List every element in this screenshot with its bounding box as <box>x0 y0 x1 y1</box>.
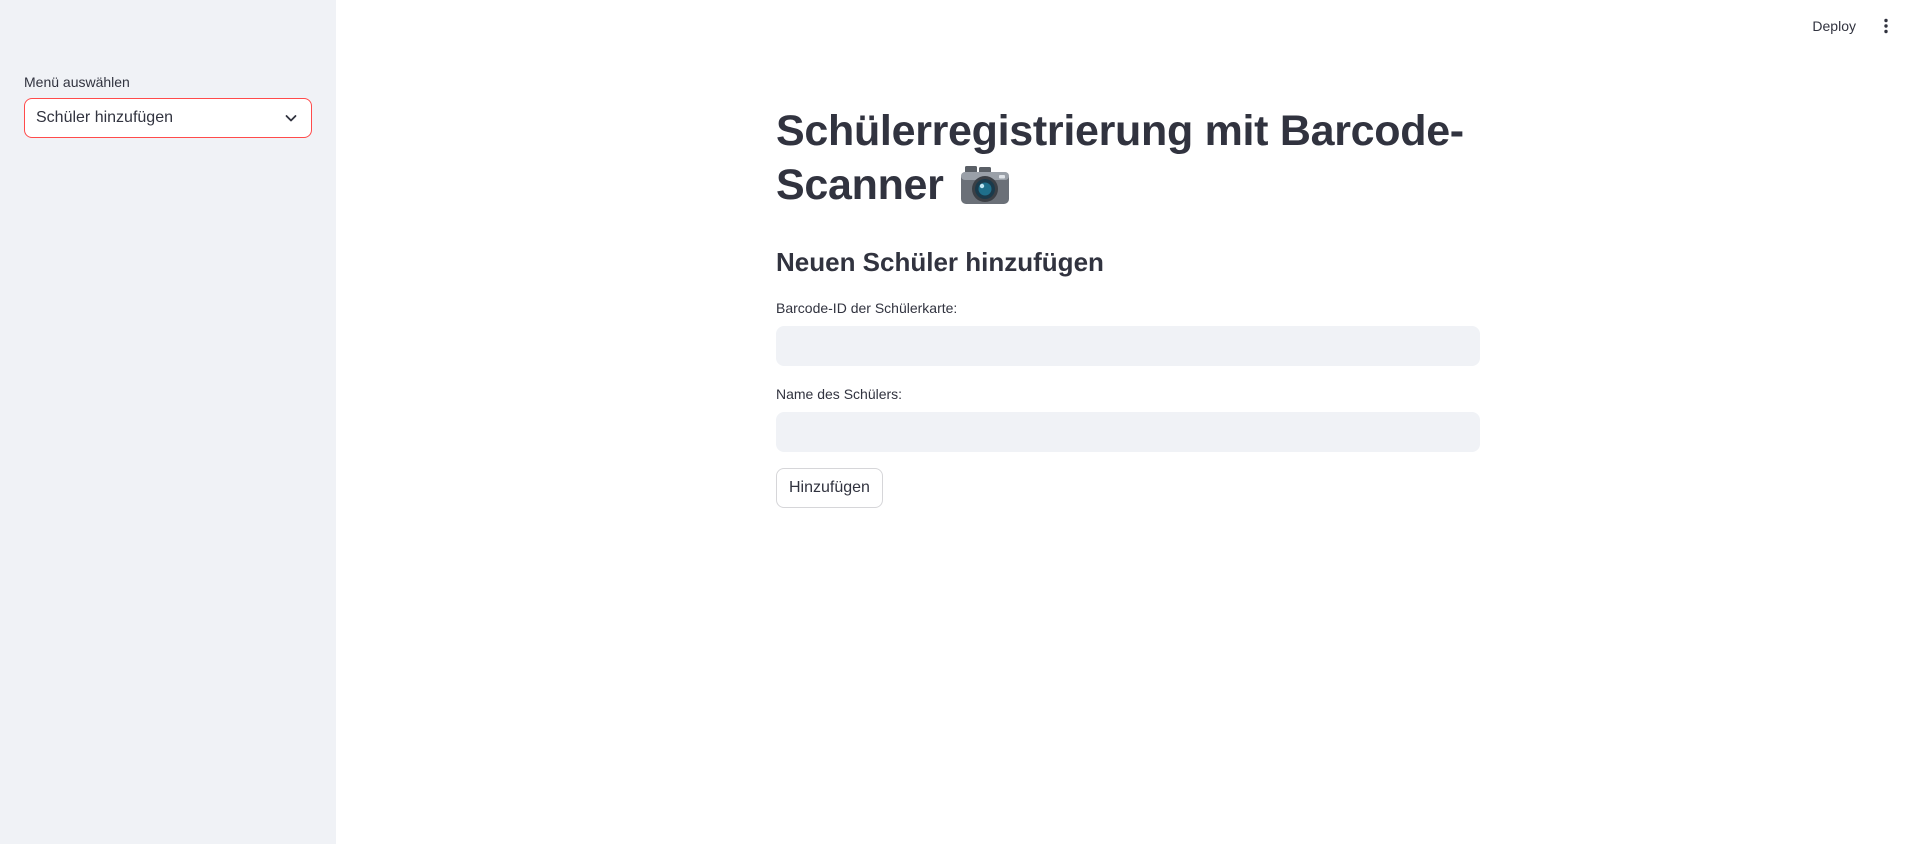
chevron-down-icon <box>283 110 299 126</box>
barcode-id-input[interactable] <box>776 326 1480 366</box>
student-name-field-label: Name des Schülers: <box>776 386 903 402</box>
main-content: Schülerregistrierung mit Barcode-Scanner… <box>776 104 1480 508</box>
camera-icon <box>959 163 1011 220</box>
menu-select-value: Schüler hinzufügen <box>36 109 173 126</box>
section-title: Neuen Schüler hinzufügen <box>776 247 1104 277</box>
page-title: Schülerregistrierung mit Barcode-Scanner <box>776 104 1480 220</box>
menu-select[interactable]: Schüler hinzufügen <box>24 98 312 138</box>
app-root: Menü auswählen Schüler hinzufügen Deploy… <box>0 0 1916 844</box>
deploy-button[interactable]: Deploy <box>1804 12 1864 40</box>
sidebar: Menü auswählen Schüler hinzufügen <box>0 0 336 844</box>
menu-select-label: Menü auswählen <box>24 74 130 90</box>
page-title-text: Schülerregistrierung mit Barcode-Scanner <box>776 107 1464 209</box>
student-name-input[interactable] <box>776 412 1480 452</box>
add-student-button[interactable]: Hinzufügen <box>776 468 883 508</box>
barcode-field-label: Barcode-ID der Schülerkarte: <box>776 300 958 316</box>
kebab-menu-icon[interactable] <box>1874 14 1898 38</box>
top-toolbar: Deploy <box>1804 0 1916 52</box>
